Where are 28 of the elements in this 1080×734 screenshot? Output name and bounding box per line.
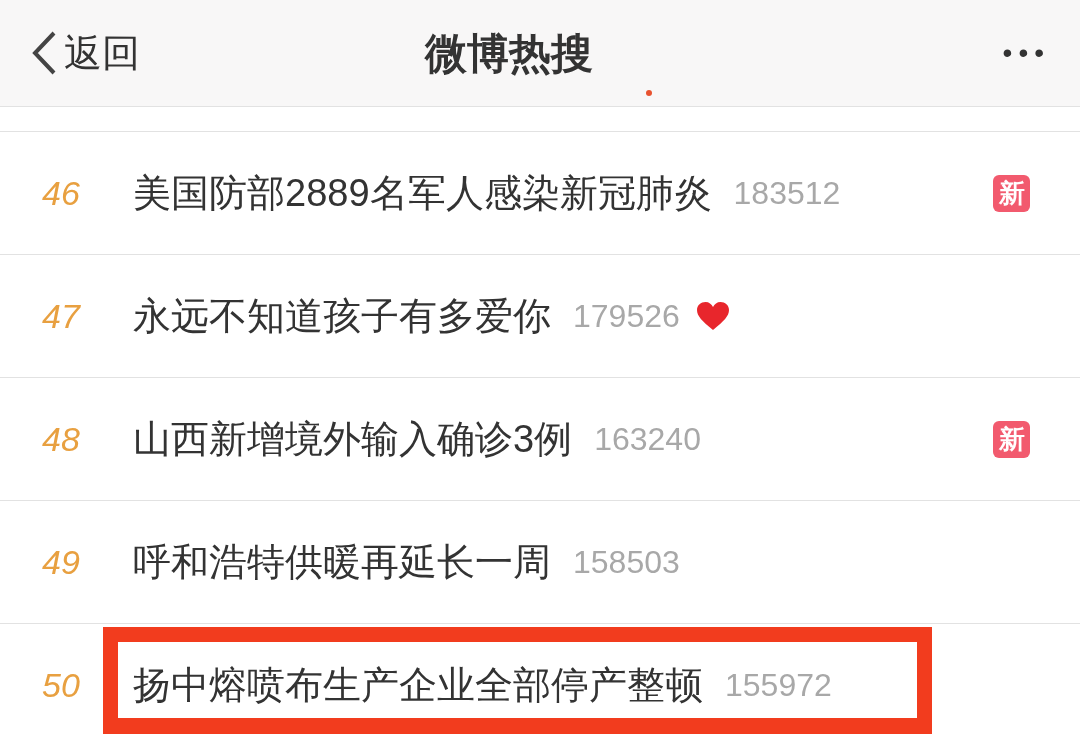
search-count: 179526: [573, 297, 680, 336]
rank-number: 49: [41, 541, 81, 583]
rank-number: 46: [41, 172, 81, 214]
heart-icon: [695, 301, 730, 331]
back-icon: [30, 30, 58, 76]
topic-title[interactable]: 山西新增境外输入确诊3例: [133, 410, 573, 468]
topic-title[interactable]: 永远不知道孩子有多爱你: [133, 287, 551, 345]
topic-row[interactable]: 46 美国防部2889名军人感染新冠肺炎 183512 新: [0, 132, 1080, 255]
topic-title[interactable]: 呼和浩特供暖再延长一周: [133, 533, 551, 591]
search-count: 163240: [594, 420, 701, 459]
back-button[interactable]: 返回: [30, 24, 140, 82]
rank-number: 48: [41, 418, 81, 460]
topic-row[interactable]: 47 永远不知道孩子有多爱你 179526: [0, 255, 1080, 378]
tab-indicator-icon: [646, 90, 652, 96]
topic-row[interactable]: 48 山西新增境外输入确诊3例 163240 新: [0, 378, 1080, 501]
topic-row[interactable]: 49 呼和浩特供暖再延长一周 158503: [0, 501, 1080, 624]
new-badge: 新: [993, 420, 1030, 458]
search-count: 183512: [733, 174, 841, 213]
rank-number: 47: [41, 295, 82, 337]
search-count: 155972: [725, 666, 832, 705]
topic-title[interactable]: 美国防部2889名军人感染新冠肺炎: [133, 164, 712, 222]
rank-number: 50: [41, 664, 81, 706]
more-button[interactable]: •••: [1002, 32, 1050, 74]
search-count: 158503: [573, 543, 680, 582]
new-badge: 新: [993, 174, 1030, 212]
topic-title[interactable]: 扬中熔喷布生产企业全部停产整顿: [133, 656, 703, 714]
topic-row[interactable]: 50 扬中熔喷布生产企业全部停产整顿 155972: [0, 624, 1080, 734]
page-title: 微博热搜: [425, 29, 593, 79]
